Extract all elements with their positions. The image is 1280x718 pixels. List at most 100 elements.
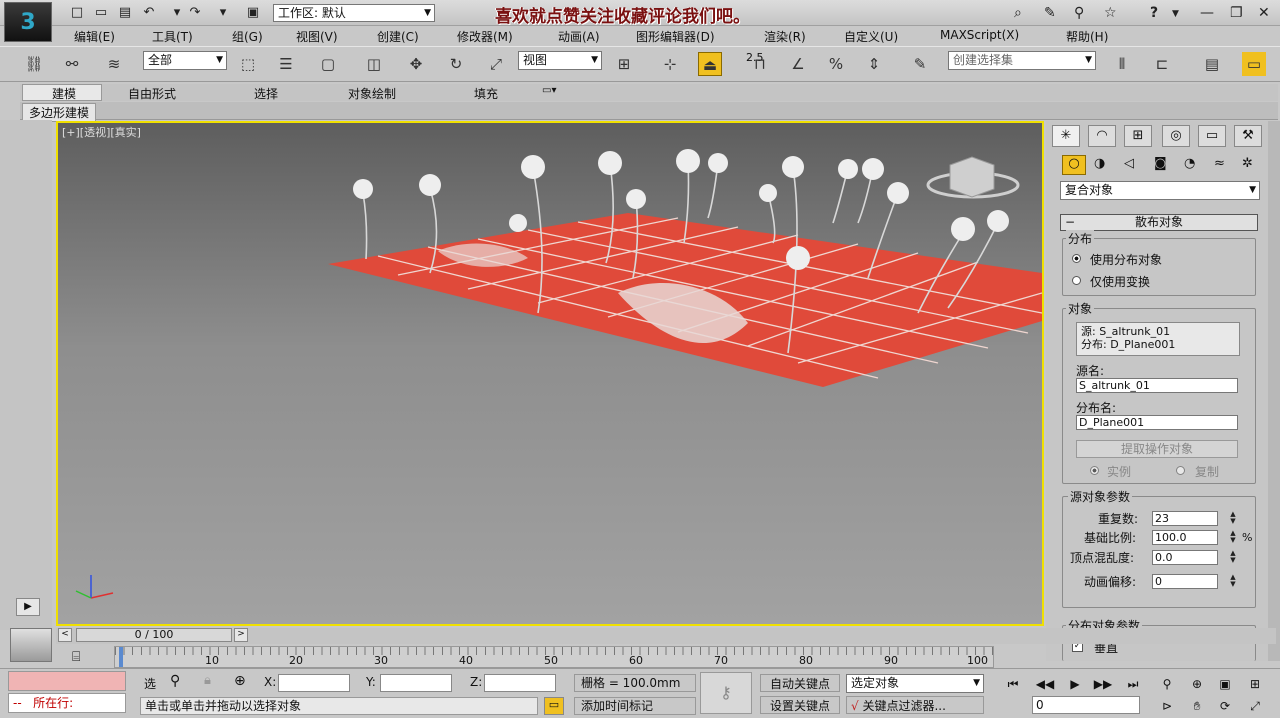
app-logo-icon[interactable]: 3 [4, 2, 52, 42]
key-filters-button[interactable]: √ 关键点过滤器... [846, 696, 984, 714]
z-field[interactable] [484, 674, 556, 692]
duplicates-spinner-icon[interactable]: ▲ ▼ [1228, 511, 1238, 525]
add-time-tag-button[interactable]: 添加时间标记 [574, 697, 696, 715]
pan-icon[interactable]: ✋︎ [1186, 697, 1208, 715]
extract-operand-button[interactable]: 提取操作对象 [1076, 440, 1238, 458]
hierarchy-tab-icon[interactable]: ⊞ [1124, 125, 1152, 147]
duplicates-field[interactable]: 23 [1152, 511, 1218, 526]
toggle-ribbon-icon[interactable]: ▭ [1242, 52, 1266, 76]
menu-rendering[interactable]: 渲染(R) [764, 28, 806, 45]
pivot-center-icon[interactable]: ⊞ [612, 52, 636, 76]
go-end-icon[interactable]: ⏭ [1122, 675, 1144, 693]
orbit-icon[interactable]: ⟳ [1214, 697, 1236, 715]
base-scale-spinner-icon[interactable]: ▲ ▼ [1228, 530, 1238, 544]
menu-customize[interactable]: 自定义(U) [844, 28, 898, 45]
display-tab-icon[interactable]: ▭ [1198, 125, 1226, 147]
menu-maxscript[interactable]: MAXScript(X) [940, 28, 1019, 42]
menu-help[interactable]: 帮助(H) [1066, 28, 1108, 45]
transforms-only-label[interactable]: 仅使用变换 [1090, 273, 1150, 290]
absolute-mode-icon[interactable]: ⊕ [234, 673, 246, 689]
menu-modifiers[interactable]: 修改器(M) [457, 28, 513, 45]
motion-tab-icon[interactable]: ◎ [1162, 125, 1190, 147]
percent-snap-icon[interactable]: % [824, 52, 848, 76]
undo-dropdown-icon[interactable]: ▾ [168, 5, 186, 21]
rollout-header[interactable]: − 散布对象 [1060, 214, 1258, 231]
menu-group[interactable]: 组(G) [232, 28, 263, 45]
selection-filter-select[interactable]: 全部 ▼ [143, 51, 227, 70]
instance-radio[interactable] [1090, 466, 1099, 475]
close-icon[interactable]: ✕ [1258, 5, 1270, 21]
zoom-icon[interactable]: ⚲ [1156, 675, 1178, 693]
operand-list[interactable]: 源: S_altrunk_01 分布: D_Plane001 [1076, 322, 1240, 356]
time-next-icon[interactable]: > [234, 628, 248, 642]
mini-listener-icon[interactable] [10, 628, 52, 662]
select-by-name-icon[interactable]: ☰ [274, 52, 298, 76]
utilities-tab-icon[interactable]: ⚒ [1234, 125, 1262, 147]
geometry-icon[interactable]: ○ [1062, 155, 1086, 175]
ribbon-tab-populate[interactable]: 填充 [474, 85, 498, 102]
use-distribution-radio[interactable] [1072, 254, 1081, 263]
create-tab-icon[interactable]: ✳ [1052, 125, 1080, 147]
select-manipulate-icon[interactable]: ⊹ [658, 52, 682, 76]
y-field[interactable] [380, 674, 452, 692]
base-scale-field[interactable]: 100.0 [1152, 530, 1218, 545]
use-distribution-label[interactable]: 使用分布对象 [1090, 251, 1162, 268]
binoculars-icon[interactable]: ⌕ [1014, 5, 1022, 21]
help-dropdown-icon[interactable]: ▼ [1172, 9, 1179, 19]
ribbon-options-icon[interactable]: ▭▾ [542, 85, 556, 96]
scale-icon[interactable]: ⤢ [484, 52, 508, 76]
play-icon[interactable]: ▶ [1064, 675, 1086, 693]
distribution-name-field[interactable]: D_Plane001 [1076, 415, 1238, 430]
vertex-chaos-spinner-icon[interactable]: ▲ ▼ [1228, 550, 1238, 564]
instance-label[interactable]: 实例 [1107, 463, 1131, 480]
cameras-icon[interactable]: ◙ [1154, 156, 1167, 171]
operand-item-distribution[interactable]: 分布: D_Plane001 [1081, 338, 1235, 351]
redo-icon[interactable]: ↷ [186, 5, 204, 21]
rect-selection-icon[interactable]: ▢ [316, 52, 340, 76]
anim-offset-field[interactable]: 0 [1152, 574, 1218, 589]
transforms-only-radio[interactable] [1072, 276, 1081, 285]
move-icon[interactable]: ✥ [404, 52, 428, 76]
zoom-extents-icon[interactable]: ▣ [1214, 675, 1236, 693]
align-icon[interactable]: ⊏ [1150, 52, 1174, 76]
menu-tools[interactable]: 工具(T) [152, 28, 193, 45]
x-field[interactable] [278, 674, 350, 692]
lock-icon[interactable]: 🔒︎ [204, 673, 211, 688]
edit-named-sets-icon[interactable]: ✎ [908, 52, 932, 76]
field-of-view-icon[interactable]: ⊳ [1156, 697, 1178, 715]
window-crossing-icon[interactable]: ◫ [362, 52, 386, 76]
workspace-select[interactable]: 工作区: 默认 ▼ [273, 4, 435, 22]
menu-view[interactable]: 视图(V) [296, 28, 338, 45]
go-start-icon[interactable]: ⏮ [1002, 675, 1024, 693]
undo-icon[interactable]: ↶ [140, 5, 158, 21]
category-select[interactable]: 复合对象 ▼ [1060, 181, 1260, 200]
ribbon-tab-object-paint[interactable]: 对象绘制 [348, 85, 396, 102]
shapes-icon[interactable]: ◑ [1094, 156, 1105, 171]
prev-frame-icon[interactable]: ◀◀ [1034, 675, 1056, 693]
isolate-icon[interactable]: ⚲ [170, 673, 180, 689]
vertex-chaos-field[interactable]: 0.0 [1152, 550, 1218, 565]
time-prev-icon[interactable]: < [58, 628, 72, 642]
link-icon[interactable]: ⛓ [22, 52, 46, 76]
minimize-icon[interactable]: — [1200, 5, 1214, 21]
maxscript-listener-field[interactable] [8, 671, 126, 691]
zoom-all-icon[interactable]: ⊕ [1186, 675, 1208, 693]
open-file-icon[interactable]: ▭ [92, 5, 110, 21]
spinner-snap-icon[interactable]: ⇕ [862, 52, 886, 76]
mirror-icon[interactable]: ⫴ [1110, 52, 1134, 76]
track-bar[interactable]: 10 20 30 40 50 60 70 80 90 100 [114, 646, 994, 668]
keyboard-shortcut-override-icon[interactable]: ⏏ [698, 52, 722, 76]
snaps-toggle-icon[interactable]: ⊓ [748, 52, 772, 76]
copy-label[interactable]: 复制 [1195, 463, 1219, 480]
bind-spacewarp-icon[interactable]: ≋ [102, 52, 126, 76]
viewcube[interactable] [949, 156, 995, 198]
search-icon[interactable]: ⚲ [1074, 5, 1084, 21]
star-icon[interactable]: ☆ [1104, 5, 1117, 21]
perspective-viewport[interactable] [56, 121, 1044, 626]
auto-key-button[interactable]: 自动关键点 [760, 674, 840, 692]
reference-coord-select[interactable]: 视图 ▼ [518, 51, 602, 70]
modify-tab-icon[interactable]: ◠ [1088, 125, 1116, 147]
key-mode-icon[interactable]: ⚷ [700, 672, 752, 714]
spacewarps-icon[interactable]: ≈ [1214, 156, 1225, 171]
maximize-viewport-icon[interactable]: ⤢ [1244, 697, 1266, 715]
